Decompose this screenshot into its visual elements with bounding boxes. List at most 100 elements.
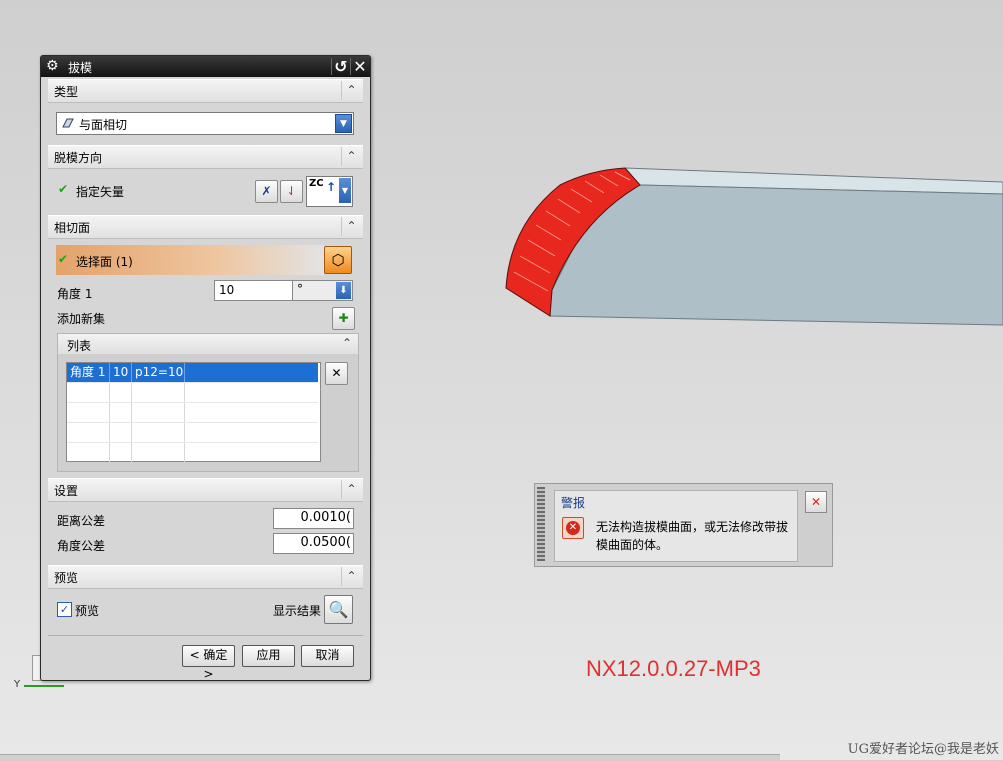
vector-type-dropdown[interactable]: ZC ↑ ▼ (306, 176, 353, 207)
section-settings-header[interactable]: 设置 ⌃ (48, 478, 363, 502)
angle-label: 角度 1 (57, 287, 93, 301)
table-cell (110, 403, 132, 422)
list-header[interactable]: 列表 ⌃ (58, 334, 358, 354)
angle-unit-dropdown[interactable]: ° ⬇ (292, 280, 353, 301)
section-preview-header[interactable]: 预览 ⌃ (48, 565, 363, 589)
table-row[interactable] (67, 403, 318, 423)
chevron-up-icon[interactable]: ⌃ (341, 217, 361, 236)
gear-icon[interactable]: ⚙ (46, 59, 61, 74)
dialog-titlebar[interactable]: ⚙ 拔模 ↺ ✕ (41, 56, 370, 77)
select-face-cube-button[interactable]: ⬡ (324, 246, 352, 274)
angle-input[interactable]: 10 (214, 280, 294, 301)
table-cell (132, 443, 185, 462)
select-face-label: 选择面 (1) (76, 255, 133, 269)
delete-row-button[interactable]: ✕ (325, 362, 348, 385)
warning-popup[interactable]: 警报 ✕ 无法构造拔模曲面，或无法修改带拔模曲面的体。 ✕ (534, 483, 833, 567)
arrow-down-icon[interactable]: ⬇ (336, 282, 351, 299)
watermark: UG爱好者论坛@我是老妖 (847, 742, 999, 757)
ok-button[interactable]: < 确定 > (182, 645, 235, 681)
preview-checkbox-label: 预览 (75, 604, 100, 618)
section-tangent-face-label: 相切面 (54, 221, 91, 235)
button-bar-divider (48, 635, 363, 636)
part-body[interactable] (505, 167, 1003, 326)
y-axis-label: Y (14, 679, 21, 690)
table-cell (132, 403, 185, 422)
table-cell: p12=10 (132, 363, 185, 382)
dialog-title: 拔模 (68, 61, 93, 75)
angle-tolerance-value: 0.0500( (300, 535, 351, 550)
section-type-label: 类型 (54, 85, 79, 99)
vector-dialog-button[interactable]: ⇃ (280, 180, 303, 203)
body-front-face (549, 184, 1003, 326)
section-direction-header[interactable]: 脱模方向 ⌃ (48, 145, 363, 169)
angle-value: 10 (219, 283, 235, 297)
dialog-body: 类型 ⌃ 与面相切 ▼ 脱模方向 ⌃ ✔ 指定矢量 ✗ ⇃ ZC ↑ ▼ 相切面… (48, 79, 363, 681)
select-face-row[interactable]: ✔ 选择面 (1) (56, 245, 324, 275)
warning-message: 无法构造拔模曲面，或无法修改带拔模曲面的体。 (596, 520, 789, 552)
table-cell: 角度 1 (67, 363, 110, 382)
angle-tolerance-input[interactable]: 0.0500( (273, 533, 354, 554)
table-cell (110, 383, 132, 402)
table-cell (110, 443, 132, 462)
type-dropdown[interactable]: 与面相切 ▼ (56, 112, 354, 135)
reset-icon[interactable]: ↺ (331, 58, 350, 75)
drag-handle[interactable] (537, 487, 545, 561)
error-icon: ✕ (562, 517, 584, 539)
list-table[interactable]: 角度 1 10 p12=10 (66, 362, 321, 462)
checkmark-icon: ✔ (58, 252, 69, 266)
distance-tolerance-value: 0.0010( (300, 510, 351, 525)
angle-tolerance-label: 角度公差 (57, 539, 106, 553)
arrow-up-icon: ↑ (326, 180, 337, 194)
apply-button[interactable]: 应用 (242, 645, 295, 667)
type-selected-value: 与面相切 (79, 118, 128, 132)
reverse-direction-button[interactable]: ✗ (255, 180, 278, 203)
chevron-down-icon[interactable]: ▼ (339, 178, 351, 203)
angle-unit: ° (297, 282, 303, 296)
close-icon[interactable]: ✕ (350, 58, 369, 75)
table-cell (132, 383, 185, 402)
vector-value: ZC (309, 178, 324, 189)
show-result-label: 显示结果 (273, 604, 322, 618)
add-new-set-label: 添加新集 (57, 312, 106, 326)
table-row[interactable] (67, 383, 318, 403)
chevron-up-icon[interactable]: ⌃ (342, 336, 352, 350)
table-cell (67, 423, 110, 442)
section-tangent-face-header[interactable]: 相切面 ⌃ (48, 215, 363, 239)
table-cell (110, 423, 132, 442)
section-preview-label: 预览 (54, 571, 79, 585)
table-row[interactable]: 角度 1 10 p12=10 (67, 363, 318, 383)
warning-title: 警报 (561, 496, 586, 510)
chevron-up-icon[interactable]: ⌃ (341, 480, 361, 499)
section-type-header[interactable]: 类型 ⌃ (48, 79, 363, 103)
cancel-button[interactable]: 取消 (301, 645, 354, 667)
preview-checkbox[interactable]: ✓ (57, 602, 72, 617)
draft-type-icon (62, 118, 74, 128)
add-new-set-button[interactable]: ✚ (332, 307, 355, 330)
distance-tolerance-label: 距离公差 (57, 514, 106, 528)
table-cell (67, 383, 110, 402)
chevron-up-icon[interactable]: ⌃ (341, 567, 361, 586)
list-panel: 列表 ⌃ 角度 1 10 p12=10 ✕ (57, 333, 359, 472)
show-result-button[interactable]: 🔍 (324, 595, 353, 624)
table-cell (67, 443, 110, 462)
distance-tolerance-input[interactable]: 0.0010( (273, 508, 354, 529)
table-cell (132, 423, 185, 442)
table-row[interactable] (67, 443, 318, 462)
list-label: 列表 (67, 339, 92, 353)
chevron-up-icon[interactable]: ⌃ (341, 81, 361, 100)
table-cell: 10 (110, 363, 132, 382)
close-icon[interactable]: ✕ (805, 491, 827, 513)
table-row[interactable] (67, 423, 318, 443)
chevron-down-icon[interactable]: ▼ (335, 114, 352, 133)
section-settings-label: 设置 (54, 484, 79, 498)
y-axis-line (24, 685, 64, 687)
specify-vector-label: 指定矢量 (76, 185, 125, 199)
draft-dialog[interactable]: ⚙ 拔模 ↺ ✕ 类型 ⌃ 与面相切 ▼ 脱模方向 ⌃ ✔ 指定矢量 ✗ ⇃ Z… (40, 55, 371, 681)
section-direction-label: 脱模方向 (54, 151, 103, 165)
table-cell (185, 363, 318, 382)
chevron-up-icon[interactable]: ⌃ (341, 147, 361, 166)
version-label: NX12.0.0.27-MP3 (586, 656, 761, 681)
warning-content: 警报 ✕ 无法构造拔模曲面，或无法修改带拔模曲面的体。 (554, 490, 798, 562)
table-cell (67, 403, 110, 422)
checkmark-icon: ✔ (58, 182, 69, 196)
